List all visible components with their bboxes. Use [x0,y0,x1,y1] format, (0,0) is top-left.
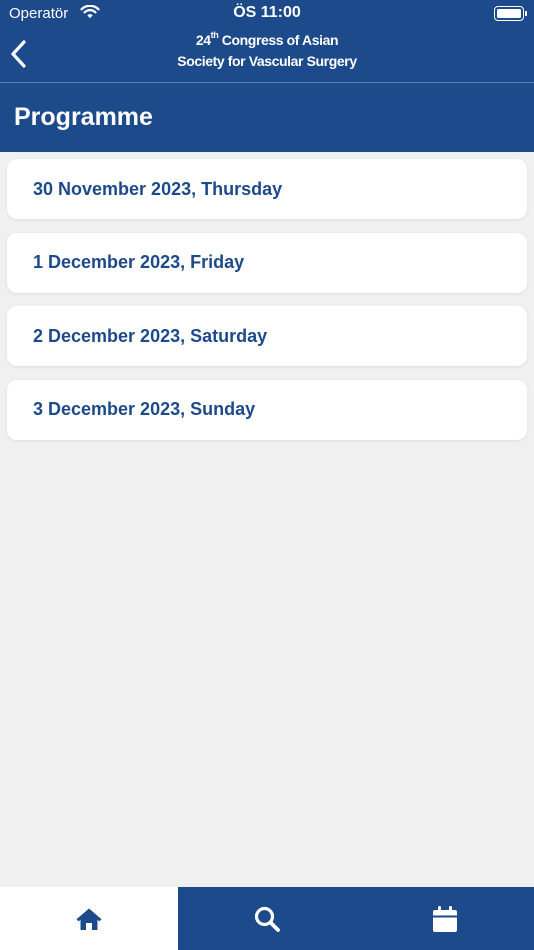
day-item-saturday[interactable]: 2 December 2023, Saturday [7,306,527,366]
status-time: ÖS 11:00 [233,4,301,21]
app-header: Operatör ÖS 11:00 24th Congress of Asian… [0,0,534,82]
tab-search[interactable] [178,887,356,950]
day-list: 30 November 2023, Thursday 1 December 20… [7,159,527,453]
congress-title-line1: 24th Congress of Asian [195,30,339,48]
page-title: Programme [14,103,153,131]
tab-bar [0,887,534,950]
search-icon [254,906,280,932]
day-item-thursday[interactable]: 30 November 2023, Thursday [7,159,527,219]
day-item-friday[interactable]: 1 December 2023, Friday [7,232,527,293]
calendar-icon [433,905,457,932]
battery-icon [494,6,527,21]
status-bar: Operatör ÖS 11:00 [0,0,534,28]
title-bar: Programme [0,83,534,152]
congress-title-line2: Society for Vascular Surgery [177,53,357,69]
tab-home[interactable] [0,887,178,950]
home-icon [76,908,102,930]
day-item-sunday[interactable]: 3 December 2023, Sunday [7,379,527,440]
tab-calendar[interactable] [356,887,534,950]
congress-title: 24th Congress of Asian Society for Vascu… [0,30,534,72]
